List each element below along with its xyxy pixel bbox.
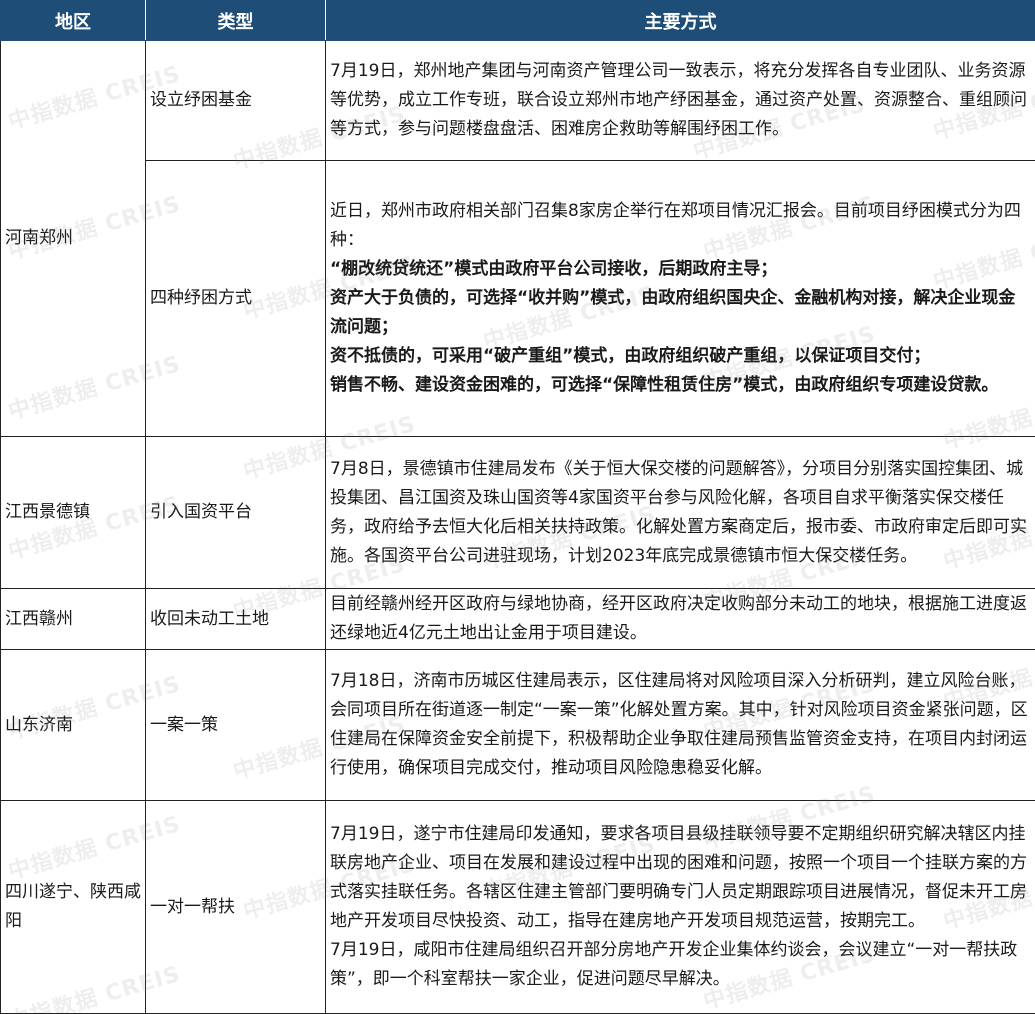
region-cell: 河南郑州 — [1, 41, 146, 437]
detail-cell: 7月19日，郑州地产集团与河南资产管理公司一致表示，将充分发挥各自专业团队、业务… — [326, 41, 1035, 161]
policy-table: 地区 类型 主要方式 河南郑州 设立纾困基金 7月19日，郑州地产集团与河南资产… — [0, 0, 1035, 1014]
table-row: 河南郑州 设立纾困基金 7月19日，郑州地产集团与河南资产管理公司一致表示，将充… — [1, 41, 1035, 161]
region-cell: 江西赣州 — [1, 589, 146, 650]
table-row: 四川遂宁、陕西咸阳 一对一帮扶 7月19日，遂宁市住建局印发通知，要求各项目县级… — [1, 801, 1035, 1014]
detail-paragraph: 近日，郑州市政府相关部门召集8家房企举行在郑项目情况汇报会。目前项目纾困模式分为… — [330, 197, 1031, 255]
detail-cell: 7月18日，济南市历城区住建局表示，区住建局将对风险项目深入分析研判，建立风险台… — [326, 650, 1035, 801]
type-cell: 引入国资平台 — [146, 437, 326, 589]
detail-paragraph: 7月18日，济南市历城区住建局表示，区住建局将对风险项目深入分析研判，建立风险台… — [330, 667, 1031, 783]
detail-paragraph: 销售不畅、建设资金困难的，可选择“保障性租赁住房”模式，由政府组织专项建设贷款。 — [330, 371, 1031, 400]
detail-paragraph: 资不抵债的，可采用“破产重组”模式，由政府组织破产重组，以保证项目交付； — [330, 342, 1031, 371]
header-row: 地区 类型 主要方式 — [1, 1, 1035, 41]
detail-paragraph: 资产大于负债的，可选择“收并购”模式，由政府组织国央企、金融机构对接，解决企业现… — [330, 284, 1031, 342]
table-row: 江西景德镇 引入国资平台 7月8日，景德镇市住建局发布《关于恒大保交楼的问题解答… — [1, 437, 1035, 589]
detail-paragraph: 7月19日，郑州地产集团与河南资产管理公司一致表示，将充分发挥各自专业团队、业务… — [330, 57, 1031, 144]
detail-paragraph: 7月19日，咸阳市住建局组织召开部分房地产开发企业集体约谈会，会议建立“一对一帮… — [330, 936, 1031, 994]
detail-cell: 目前经赣州经开区政府与绿地协商，经开区政府决定收购部分未动工的地块，根据施工进度… — [326, 589, 1035, 650]
detail-cell: 7月19日，遂宁市住建局印发通知，要求各项目县级挂联领导要不定期组织研究解决辖区… — [326, 801, 1035, 1014]
type-cell: 一案一策 — [146, 650, 326, 801]
detail-cell: 7月8日，景德镇市住建局发布《关于恒大保交楼的问题解答》，分项目分别落实国控集团… — [326, 437, 1035, 589]
table-row: 江西赣州 收回未动工土地 目前经赣州经开区政府与绿地协商，经开区政府决定收购部分… — [1, 589, 1035, 650]
type-cell: 收回未动工土地 — [146, 589, 326, 650]
detail-paragraph: “棚改统贷统还”模式由政府平台公司接收，后期政府主导； — [330, 255, 1031, 284]
detail-paragraph: 目前经赣州经开区政府与绿地协商，经开区政府决定收购部分未动工的地块，根据施工进度… — [330, 590, 1031, 648]
region-cell: 山东济南 — [1, 650, 146, 801]
header-region: 地区 — [1, 1, 146, 41]
region-cell: 四川遂宁、陕西咸阳 — [1, 801, 146, 1014]
detail-paragraph: 7月8日，景德镇市住建局发布《关于恒大保交楼的问题解答》，分项目分别落实国控集团… — [330, 455, 1031, 571]
type-cell: 一对一帮扶 — [146, 801, 326, 1014]
table-row: 山东济南 一案一策 7月18日，济南市历城区住建局表示，区住建局将对风险项目深入… — [1, 650, 1035, 801]
header-type: 类型 — [146, 1, 326, 41]
table-row: 四种纾困方式 近日，郑州市政府相关部门召集8家房企举行在郑项目情况汇报会。目前项… — [1, 161, 1035, 437]
detail-paragraph: 7月19日，遂宁市住建局印发通知，要求各项目县级挂联领导要不定期组织研究解决辖区… — [330, 820, 1031, 936]
region-cell: 江西景德镇 — [1, 437, 146, 589]
header-method: 主要方式 — [326, 1, 1035, 41]
detail-cell: 近日，郑州市政府相关部门召集8家房企举行在郑项目情况汇报会。目前项目纾困模式分为… — [326, 161, 1035, 437]
type-cell: 设立纾困基金 — [146, 41, 326, 161]
type-cell: 四种纾困方式 — [146, 161, 326, 437]
